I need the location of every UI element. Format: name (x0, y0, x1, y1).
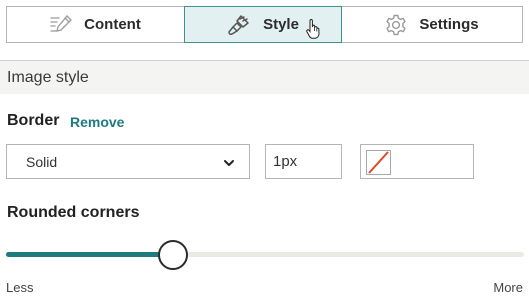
pencil-edit-icon (50, 14, 73, 35)
border-width-input[interactable] (265, 144, 342, 179)
tab-style[interactable]: Style (184, 6, 342, 43)
border-style-value: Solid (26, 153, 58, 170)
remove-border-link[interactable]: Remove (70, 114, 124, 130)
section-header: Image style (0, 60, 529, 94)
slider-thumb[interactable] (158, 240, 188, 270)
tab-label: Style (263, 16, 299, 33)
tab-bar: Content Style Settings (6, 6, 523, 43)
tab-label: Content (84, 16, 141, 33)
border-style-select[interactable]: Solid (6, 144, 250, 179)
slider-min-label: Less (6, 280, 34, 295)
no-color-icon (366, 150, 391, 175)
section-title: Image style (7, 68, 89, 86)
tab-content[interactable]: Content (6, 6, 185, 43)
paint-brush-icon (227, 14, 251, 36)
hand-pointer-icon (306, 19, 320, 39)
tab-settings[interactable]: Settings (341, 6, 523, 43)
slider-fill (6, 252, 172, 257)
border-color-picker[interactable] (360, 144, 474, 179)
rounded-corners-heading: Rounded corners (7, 204, 140, 221)
chevron-down-icon (223, 156, 235, 172)
border-heading: Border (7, 112, 60, 129)
gear-icon (385, 14, 407, 36)
slider-max-label: More (493, 280, 523, 295)
rounded-corners-slider[interactable] (6, 238, 524, 272)
tab-label: Settings (419, 16, 479, 33)
